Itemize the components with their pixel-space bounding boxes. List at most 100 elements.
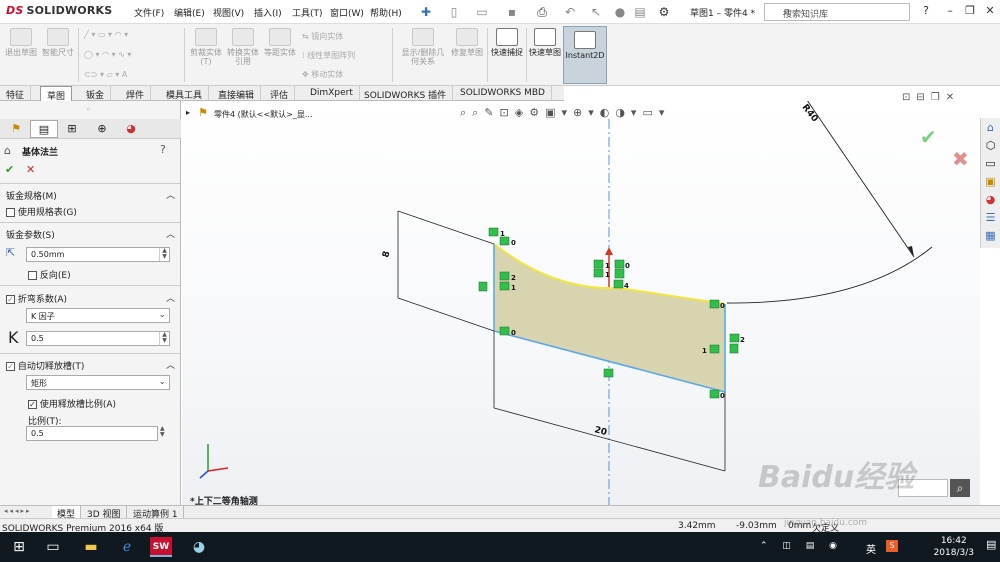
mirror-entities-button[interactable]: ⇆ 镜向实体: [302, 31, 343, 42]
file-explorer-taskbar-icon[interactable]: ▬: [80, 537, 102, 557]
menu-edit[interactable]: 编辑(E): [174, 6, 205, 19]
tab-evaluate[interactable]: 评估: [264, 86, 296, 101]
tab-solidworks-addins[interactable]: SOLIDWORKS 插件: [358, 86, 454, 101]
collapse-chevron-icon[interactable]: ︿: [166, 188, 175, 201]
open-file-icon[interactable]: ▭: [474, 4, 490, 20]
relation-badge[interactable]: [729, 333, 740, 343]
arc-r40[interactable]: [726, 246, 933, 304]
menu-tools[interactable]: 工具(T): [292, 6, 323, 19]
relation-badge[interactable]: [499, 326, 510, 336]
solidworks-logo[interactable]: DS SOLIDWORKS: [6, 4, 112, 17]
ok-check-icon[interactable]: ✔: [5, 163, 14, 176]
slot-tool-icon[interactable]: ⊂⊃ ▾ ▱ ▾ A: [84, 70, 127, 79]
rebuild-icon[interactable]: ●: [612, 4, 628, 20]
section-sheet-params[interactable]: 钣金参数(S): [6, 228, 55, 241]
new-file-icon[interactable]: ▯: [446, 4, 462, 20]
move-entities-button[interactable]: ✥ 移动实体: [302, 69, 343, 80]
k-factor-input[interactable]: 0.5 ▲ ▼: [26, 331, 170, 346]
minimize-button[interactable]: –: [942, 3, 958, 19]
select-icon[interactable]: ↖: [588, 4, 604, 20]
relation-badge[interactable]: [603, 368, 614, 378]
convert-entities-button[interactable]: 转换实体引用: [224, 28, 262, 66]
system-clock[interactable]: 16:42 2018/3/3: [934, 535, 974, 559]
direction-arrow-handle[interactable]: [605, 247, 613, 255]
tab-scroll-arrows[interactable]: ◂◂◂▸▸: [4, 507, 32, 515]
line-tool-icon[interactable]: ╱ ▾ ▭ ▾ ◠ ▾: [84, 30, 128, 39]
relation-badge[interactable]: [709, 299, 720, 309]
relation-badge[interactable]: [478, 281, 488, 292]
circle-tool-icon[interactable]: ◯ ▾ ◠ ▾ ∿ ▾: [84, 50, 131, 59]
app-taskbar-icon[interactable]: ◕: [188, 537, 210, 557]
panel-grip-icon[interactable]: ◦: [86, 105, 91, 114]
menu-help[interactable]: 帮助(H): [370, 6, 402, 19]
bend-allowance-type-select[interactable]: K 因子 ⌄: [26, 308, 170, 323]
search-icon[interactable]: ⌕: [950, 479, 970, 497]
options-gear-icon[interactable]: ⚙: [656, 4, 672, 20]
search-knowledge-base-input[interactable]: 搜索知识库 ⌕: [764, 3, 910, 21]
cancel-x-icon[interactable]: ✕: [26, 163, 35, 176]
relation-badge[interactable]: [709, 344, 720, 354]
dimension-radius[interactable]: R40: [800, 103, 820, 124]
help-icon[interactable]: ?: [918, 3, 934, 19]
help-icon[interactable]: ?: [160, 143, 166, 156]
restore-button[interactable]: ❐: [962, 3, 978, 19]
undo-icon[interactable]: ↶: [562, 4, 578, 20]
ime-indicator[interactable]: 英: [866, 541, 876, 556]
relation-badge[interactable]: [613, 279, 624, 289]
graphics-area[interactable]: ▸ ⚑ 零件4 (默认<<默认>_显... ⌕⌕✎⊡◈⚙▣▾⊕▾◐◑▾▭▾ ⊡⊟…: [182, 92, 980, 507]
menu-file[interactable]: 文件(F): [134, 6, 164, 19]
tab-direct-editing[interactable]: 直接编辑: [212, 86, 262, 101]
relief-type-select[interactable]: 矩形 ⌄: [26, 375, 170, 390]
windows-start-icon[interactable]: ⊞: [8, 537, 30, 557]
dimension-width[interactable]: 20: [593, 425, 608, 438]
relation-badge[interactable]: [499, 236, 510, 246]
relation-badge[interactable]: [614, 268, 625, 279]
view-palette-icon[interactable]: ▣: [983, 174, 998, 189]
configuration-manager-icon[interactable]: ⊞: [58, 120, 86, 138]
relation-badge[interactable]: [593, 259, 604, 269]
tab-weldments[interactable]: 焊件: [120, 86, 152, 101]
display-manager-icon[interactable]: ◕: [117, 120, 145, 138]
tab-features[interactable]: 特征: [0, 86, 32, 101]
appearances-icon[interactable]: ◕: [983, 192, 998, 207]
instant2d-button[interactable]: Instant2D: [563, 26, 607, 84]
menu-insert[interactable]: 插入(I): [254, 6, 282, 19]
close-button[interactable]: ✕: [982, 3, 998, 19]
dimension-height[interactable]: 8: [381, 250, 392, 259]
ratio-input[interactable]: 0.5: [26, 426, 158, 441]
use-gauge-table-checkbox[interactable]: 使用规格表(G): [6, 205, 77, 218]
ratio-spinner[interactable]: ▲ ▼: [160, 426, 165, 438]
design-library-icon[interactable]: ⬡: [983, 138, 998, 153]
print-icon[interactable]: ⎙: [534, 4, 550, 20]
dimxpert-manager-icon[interactable]: ⊕: [88, 120, 116, 138]
collapse-chevron-icon[interactable]: ︿: [166, 291, 175, 304]
system-tray-icons[interactable]: ⌃ ◫ ▤ ◉: [760, 541, 843, 551]
linear-pattern-button[interactable]: ⁞ 线性草图阵列: [302, 50, 355, 61]
edge-browser-icon[interactable]: ℯ: [116, 537, 138, 557]
section-sheet-gauge[interactable]: 钣金规格(M): [6, 189, 57, 202]
file-explorer-icon[interactable]: ▭: [983, 156, 998, 171]
relation-badge[interactable]: [614, 259, 625, 269]
menu-view[interactable]: 视图(V): [213, 6, 244, 19]
relation-badge[interactable]: [709, 389, 720, 399]
relation-badge[interactable]: [593, 268, 604, 278]
input-method-icon[interactable]: S: [886, 540, 898, 552]
tab-sheet-metal[interactable]: 钣金: [80, 86, 112, 101]
use-relief-ratio-checkbox[interactable]: ✓ 使用释放槽比例(A): [28, 397, 116, 410]
display-delete-relations-button[interactable]: 显示/删除几何关系: [400, 28, 446, 66]
thickness-input[interactable]: 0.50mm ▲ ▼: [26, 247, 170, 262]
section-bend-allowance[interactable]: ✓ 折弯系数(A): [6, 292, 67, 305]
menu-window[interactable]: 窗口(W): [330, 6, 364, 19]
relation-badge[interactable]: [729, 343, 739, 354]
relation-badge[interactable]: [499, 271, 510, 281]
home-icon[interactable]: ⌂: [983, 120, 998, 135]
relation-badge[interactable]: [499, 281, 510, 291]
pin-icon[interactable]: ✚: [418, 4, 434, 20]
sketch-canvas[interactable]: R40 8 20 1 0 2 1 0 1 0 1 4 0 2 1 0: [182, 101, 980, 505]
search-icon[interactable]: ⌕: [783, 4, 905, 19]
collapse-chevron-icon[interactable]: ︿: [166, 358, 175, 371]
tab-dimxpert[interactable]: DimXpert: [304, 86, 360, 101]
notification-icon[interactable]: ▤: [986, 538, 996, 551]
forum-icon[interactable]: ▦: [983, 228, 998, 243]
feature-manager-icon[interactable]: ⚑: [2, 120, 30, 138]
